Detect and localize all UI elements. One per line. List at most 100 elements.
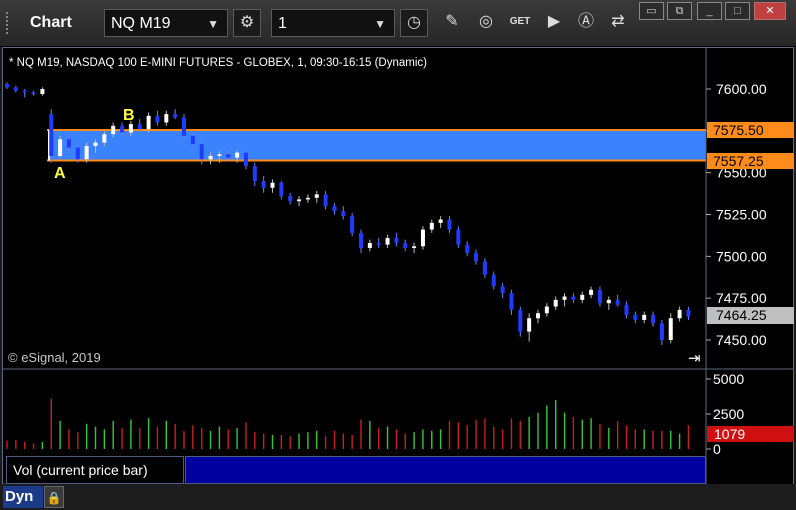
candle[interactable]	[31, 92, 36, 95]
candle[interactable]	[527, 318, 532, 332]
candle[interactable]	[182, 117, 186, 136]
candle[interactable]	[252, 165, 257, 182]
candle[interactable]	[279, 182, 284, 197]
candle[interactable]	[544, 306, 549, 314]
scroll-to-end-icon[interactable]: ⇥	[688, 350, 701, 367]
candle[interactable]	[341, 211, 346, 217]
candle[interactable]	[668, 318, 673, 340]
candle[interactable]	[155, 115, 160, 123]
candle[interactable]	[297, 199, 302, 202]
candle[interactable]	[49, 114, 54, 156]
lock-icon[interactable]: 🔒	[44, 486, 64, 508]
candle[interactable]	[376, 242, 381, 245]
candle[interactable]	[412, 246, 417, 248]
candle[interactable]	[589, 289, 594, 295]
price-tick-label: 7525.00	[716, 207, 767, 223]
candle[interactable]	[677, 309, 682, 319]
candle[interactable]	[305, 197, 310, 200]
candle[interactable]	[403, 242, 408, 248]
price-chart[interactable]: * NQ M19, NASDAQ 100 E-MINI FUTURES - GL…	[0, 0, 796, 510]
candle[interactable]	[93, 142, 98, 146]
copyright-label: © eSignal, 2019	[8, 350, 101, 365]
chart-description: * NQ M19, NASDAQ 100 E-MINI FUTURES - GL…	[9, 57, 427, 69]
candle[interactable]	[75, 147, 80, 160]
candle[interactable]	[606, 299, 611, 304]
candle[interactable]	[474, 252, 479, 262]
candle[interactable]	[536, 313, 540, 319]
candle[interactable]	[482, 261, 487, 275]
volume-axis[interactable]: 5000 2500 0	[706, 371, 744, 457]
candle[interactable]	[173, 114, 178, 118]
candle[interactable]	[394, 237, 399, 243]
candle[interactable]	[288, 196, 293, 202]
candle[interactable]	[438, 219, 443, 223]
volume-tick-label: 5000	[713, 371, 744, 387]
candle[interactable]	[190, 135, 195, 145]
candle[interactable]	[146, 115, 151, 130]
candle[interactable]	[615, 299, 620, 305]
candle[interactable]	[509, 293, 514, 310]
candle[interactable]	[217, 154, 222, 156]
candle[interactable]	[367, 242, 372, 248]
candle[interactable]	[642, 314, 647, 320]
candle[interactable]	[332, 206, 337, 212]
candle[interactable]	[40, 89, 45, 95]
price-zone[interactable]	[49, 129, 706, 161]
candle[interactable]	[84, 145, 89, 160]
candle[interactable]	[120, 125, 125, 133]
candle[interactable]	[111, 125, 116, 135]
marker-a: A	[54, 165, 66, 182]
candle[interactable]	[571, 296, 576, 300]
candle[interactable]	[323, 194, 328, 207]
volume-tick-label: 2500	[713, 406, 744, 422]
candle[interactable]	[659, 323, 664, 340]
candle[interactable]	[580, 294, 585, 300]
candle[interactable]	[208, 155, 213, 160]
candle[interactable]	[429, 222, 434, 230]
volume-tick-label: 0	[713, 441, 721, 457]
candle[interactable]	[199, 144, 204, 160]
level-high-value: 7575.50	[713, 122, 764, 138]
candle[interactable]	[359, 232, 363, 248]
candle[interactable]	[553, 299, 558, 307]
candle[interactable]	[491, 274, 496, 287]
candle[interactable]	[270, 182, 275, 188]
bottom-tab-bar	[0, 484, 796, 510]
candle[interactable]	[456, 229, 461, 245]
candle[interactable]	[597, 289, 602, 304]
dyn-tab[interactable]: Dyn	[3, 486, 43, 508]
candle[interactable]	[137, 124, 142, 130]
candle[interactable]	[562, 296, 567, 300]
price-tick-label: 7450.00	[716, 332, 767, 348]
candle[interactable]	[261, 181, 266, 188]
study-legend-bar	[185, 456, 706, 484]
price-tick-label: 7500.00	[716, 248, 767, 264]
candle[interactable]	[633, 314, 638, 320]
candle[interactable]	[128, 124, 133, 133]
candle[interactable]	[500, 286, 505, 294]
candle[interactable]	[420, 229, 425, 247]
study-legend[interactable]: Vol (current price bar) ✕	[6, 455, 195, 484]
candle[interactable]	[226, 154, 231, 158]
price-tick-label: 7600.00	[716, 81, 767, 97]
candle[interactable]	[686, 309, 691, 317]
candle[interactable]	[102, 134, 107, 143]
candle[interactable]	[22, 90, 27, 93]
candle[interactable]	[624, 304, 629, 315]
candle[interactable]	[58, 139, 63, 156]
candle[interactable]	[235, 152, 240, 158]
candle[interactable]	[447, 219, 452, 230]
candle[interactable]	[518, 309, 523, 332]
candle[interactable]	[350, 216, 355, 233]
candle[interactable]	[385, 237, 390, 245]
candle[interactable]	[465, 244, 470, 253]
candle[interactable]	[314, 194, 319, 198]
candle[interactable]	[66, 139, 71, 148]
candle[interactable]	[164, 114, 169, 123]
study-legend-label: Vol (current price bar)	[13, 462, 148, 478]
last-price-value: 7464.25	[716, 307, 767, 323]
candle[interactable]	[651, 314, 656, 324]
candle[interactable]	[5, 83, 9, 88]
candle[interactable]	[13, 87, 18, 91]
candle[interactable]	[243, 152, 248, 166]
